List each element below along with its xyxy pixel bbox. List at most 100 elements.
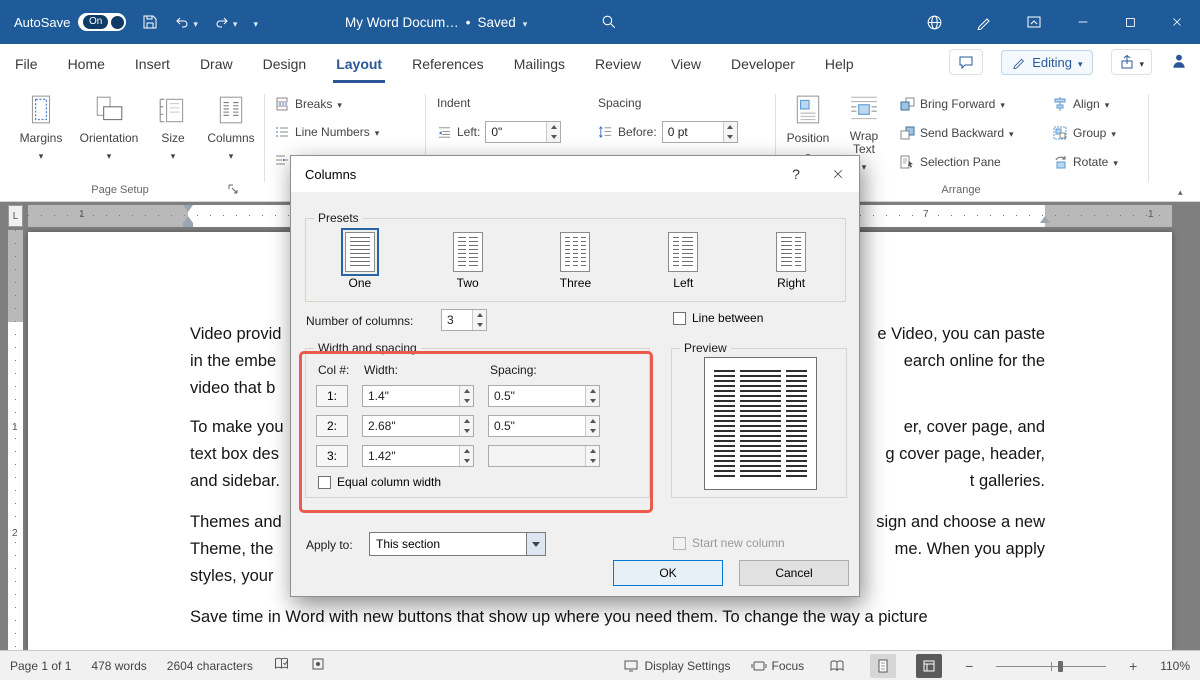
quick-access-menu-chevron-icon[interactable] [253, 15, 258, 30]
cancel-button[interactable]: Cancel [739, 560, 849, 586]
redo-button[interactable] [214, 14, 238, 30]
page-setup-dialog-launcher[interactable] [228, 184, 239, 198]
save-button[interactable] [142, 14, 158, 30]
present-online-button[interactable] [909, 0, 959, 44]
editing-mode-button[interactable]: Editing [1001, 49, 1094, 75]
print-layout-button[interactable] [870, 653, 897, 678]
col-2-spacing-spinner[interactable]: 0.5" [488, 415, 600, 437]
zoom-level[interactable]: 110% [1160, 659, 1190, 673]
tab-stop-selector[interactable]: L [8, 205, 23, 227]
proofing-status-button[interactable] [273, 656, 290, 675]
group-button[interactable]: Group [1048, 121, 1120, 145]
read-mode-button[interactable] [824, 654, 850, 678]
vertical-ruler[interactable]: 1 2 [8, 230, 23, 650]
zoom-slider[interactable] [996, 658, 1107, 674]
autosave-toggle[interactable]: AutoSave On [14, 13, 127, 31]
dialog-close-button[interactable] [817, 156, 859, 192]
breaks-button[interactable]: Breaks [270, 92, 346, 116]
spinner-buttons[interactable] [722, 122, 737, 142]
spinner-buttons[interactable] [459, 446, 473, 466]
tab-home[interactable]: Home [53, 45, 120, 83]
spinner-buttons[interactable] [472, 310, 486, 330]
tab-design[interactable]: Design [248, 45, 322, 83]
ok-button[interactable]: OK [613, 560, 723, 586]
preset-right[interactable]: Right [754, 228, 828, 290]
indent-left-spinner[interactable]: 0" [485, 121, 562, 143]
chevron-down-icon[interactable] [233, 15, 238, 30]
preset-two[interactable]: Two [431, 228, 505, 290]
rotate-button[interactable]: Rotate [1048, 150, 1122, 174]
dialog-help-button[interactable]: ? [775, 156, 817, 192]
size-button[interactable]: Size [150, 89, 196, 173]
tab-help[interactable]: Help [810, 45, 869, 83]
tab-view[interactable]: View [656, 45, 716, 83]
left-indent-marker[interactable] [183, 223, 193, 227]
align-button[interactable]: Align [1048, 92, 1113, 116]
send-backward-button[interactable]: Send Backward [895, 121, 1018, 145]
close-button[interactable] [1153, 0, 1200, 44]
checkbox[interactable] [318, 475, 331, 489]
focus-mode-button[interactable]: Focus [751, 658, 804, 674]
maximize-button[interactable] [1106, 0, 1153, 44]
tab-references[interactable]: References [397, 45, 499, 83]
zoom-in-button[interactable]: + [1126, 658, 1140, 674]
hanging-indent-marker[interactable] [183, 211, 193, 223]
preset-one[interactable]: One [323, 228, 397, 290]
web-layout-button[interactable] [916, 653, 943, 678]
number-of-columns-spinner[interactable]: 3 [441, 309, 487, 331]
zoom-thumb[interactable] [1058, 660, 1064, 672]
line-between-checkbox[interactable]: Line between [673, 311, 763, 325]
dropdown-button[interactable] [527, 532, 546, 556]
macro-record-button[interactable] [310, 656, 326, 675]
document-title[interactable]: My Word Docum… • Saved [345, 0, 527, 44]
checkbox[interactable] [673, 311, 686, 325]
share-button[interactable] [1111, 49, 1152, 75]
preset-three[interactable]: Three [538, 228, 612, 290]
dialog-title-bar[interactable]: Columns ? [291, 156, 859, 192]
chevron-down-icon [229, 148, 234, 162]
spinner-buttons[interactable] [585, 416, 599, 436]
account-presence-button[interactable] [1170, 52, 1188, 73]
line-numbers-button[interactable]: Line Numbers [270, 120, 383, 144]
margins-button[interactable]: Margins [12, 89, 70, 173]
page-indicator[interactable]: Page 1 of 1 [10, 659, 71, 673]
preset-left[interactable]: Left [646, 228, 720, 290]
tab-draw[interactable]: Draw [185, 45, 248, 83]
col-3-width-spinner[interactable]: 1.42" [362, 445, 474, 467]
chevron-down-icon[interactable] [193, 15, 198, 30]
display-settings-button[interactable]: Display Settings [623, 658, 731, 674]
ribbon-display-options-button[interactable] [1009, 0, 1059, 44]
minimize-button[interactable] [1059, 0, 1106, 44]
tab-file[interactable]: File [0, 45, 53, 83]
columns-button[interactable]: Columns [200, 89, 262, 173]
zoom-out-button[interactable]: − [962, 658, 976, 674]
col-2-width-spinner[interactable]: 2.68" [362, 415, 474, 437]
tab-mailings[interactable]: Mailings [499, 45, 580, 83]
character-count[interactable]: 2604 characters [167, 659, 253, 673]
comments-button[interactable] [949, 49, 984, 75]
selection-pane-button[interactable]: Selection Pane [895, 150, 1005, 174]
tab-developer[interactable]: Developer [716, 45, 810, 83]
tab-insert[interactable]: Insert [120, 45, 185, 83]
saved-status[interactable]: Saved [478, 15, 516, 30]
spinner-buttons[interactable] [459, 416, 473, 436]
word-count[interactable]: 478 words [91, 659, 146, 673]
draw-mode-button[interactable] [959, 0, 1009, 44]
collapse-ribbon-button[interactable] [1178, 184, 1183, 198]
undo-button[interactable] [174, 14, 198, 30]
right-indent-marker[interactable] [1040, 211, 1050, 223]
col-1-width-spinner[interactable]: 1.4" [362, 385, 474, 407]
orientation-button[interactable]: Orientation [74, 89, 144, 173]
tab-layout[interactable]: Layout [321, 45, 397, 83]
apply-to-dropdown[interactable]: This section [369, 532, 546, 556]
spinner-buttons[interactable] [585, 386, 599, 406]
bring-forward-button[interactable]: Bring Forward [895, 92, 1009, 116]
tab-review[interactable]: Review [580, 45, 656, 83]
spinner-buttons[interactable] [459, 386, 473, 406]
search-button[interactable] [600, 13, 617, 33]
spinner-buttons[interactable] [546, 122, 561, 142]
chevron-down-icon[interactable] [523, 15, 528, 30]
spacing-before-spinner[interactable]: 0 pt [661, 121, 738, 143]
col-1-spacing-spinner[interactable]: 0.5" [488, 385, 600, 407]
equal-column-width-checkbox[interactable]: Equal column width [318, 475, 441, 489]
